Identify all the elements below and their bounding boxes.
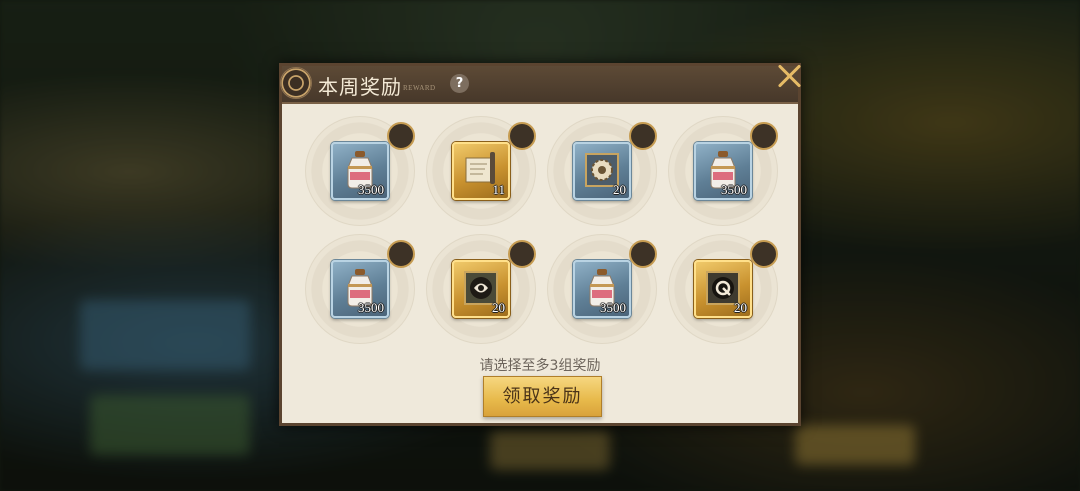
dialog-header: 本周奖励 REWARD ? — [280, 66, 798, 104]
reward-item-tile[interactable]: 20 — [694, 260, 752, 318]
reward-quantity: 11 — [492, 182, 505, 197]
reward-item-tile[interactable]: 3500 — [331, 260, 389, 318]
reward-slot[interactable]: 3500 — [305, 116, 415, 226]
reward-quantity: 20 — [492, 300, 505, 315]
select-checkbox[interactable] — [629, 122, 657, 150]
reward-quantity: 3500 — [358, 300, 384, 315]
reward-item-tile[interactable]: 3500 — [694, 142, 752, 200]
reward-item-tile[interactable]: 20 — [452, 260, 510, 318]
reward-slot[interactable]: 20 — [668, 234, 778, 344]
reward-slot[interactable]: 20 — [426, 234, 536, 344]
weekly-reward-dialog: 本周奖励 REWARD ? 3500 11 20 3500 3500 20 3500 20 请… — [279, 63, 801, 426]
reward-item-tile[interactable]: 11 — [452, 142, 510, 200]
select-checkbox[interactable] — [629, 240, 657, 268]
selection-hint: 请选择至多3组奖励 — [479, 358, 601, 374]
select-checkbox[interactable] — [508, 122, 536, 150]
reward-slot[interactable]: 3500 — [547, 234, 657, 344]
select-checkbox[interactable] — [387, 240, 415, 268]
reward-slot[interactable]: 20 — [547, 116, 657, 226]
dialog-subtitle: REWARD — [403, 84, 436, 92]
reward-quantity: 3500 — [358, 182, 384, 197]
select-checkbox[interactable] — [508, 240, 536, 268]
reward-slot[interactable]: 3500 — [668, 116, 778, 226]
select-checkbox[interactable] — [750, 240, 778, 268]
reward-slot[interactable]: 3500 — [305, 234, 415, 344]
reward-quantity: 20 — [613, 182, 626, 197]
reward-quantity: 3500 — [600, 300, 626, 315]
help-button[interactable]: ? — [450, 74, 469, 93]
select-checkbox[interactable] — [387, 122, 415, 150]
select-checkbox[interactable] — [750, 122, 778, 150]
reward-quantity: 20 — [734, 300, 747, 315]
close-button[interactable] — [774, 60, 806, 92]
reward-item-tile[interactable]: 3500 — [331, 142, 389, 200]
reward-item-tile[interactable]: 3500 — [573, 260, 631, 318]
claim-reward-button[interactable]: 领取奖励 — [483, 376, 602, 417]
reward-quantity: 3500 — [721, 182, 747, 197]
dialog-title: 本周奖励 — [318, 75, 402, 99]
reward-slot[interactable]: 11 — [426, 116, 536, 226]
reward-item-tile[interactable]: 20 — [573, 142, 631, 200]
emblem-icon — [280, 67, 312, 99]
